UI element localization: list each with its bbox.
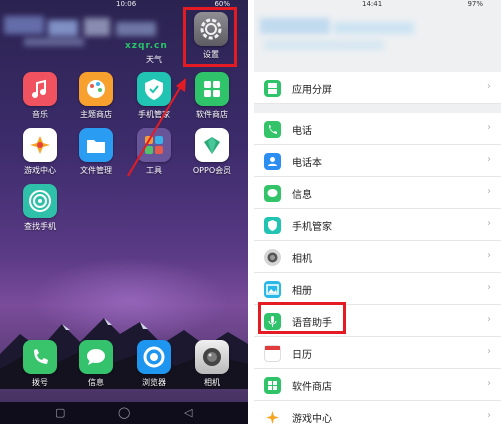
settings-item-label: 电话: [292, 126, 312, 137]
settings-item-label: 相机: [292, 254, 312, 265]
dock-browser[interactable]: 浏览器: [128, 340, 180, 388]
app-label: 浏览器: [142, 378, 166, 387]
settings-item-game-center[interactable]: 游戏中心 ›: [254, 401, 501, 424]
dock-dialer[interactable]: 拨号: [14, 340, 66, 388]
settings-item-label: 应用分屏: [292, 85, 332, 96]
browser-icon: [137, 340, 171, 374]
nav-bar: ▢ ◯ ◁: [0, 402, 248, 424]
dock-messages[interactable]: 信息: [70, 340, 122, 388]
back-button[interactable]: ◁: [184, 406, 192, 419]
settings-item-calendar[interactable]: 日历 ›: [254, 337, 501, 369]
settings-item-label: 信息: [292, 190, 312, 201]
settings-item-label: 电话本: [292, 158, 322, 169]
chevron-right-icon: ›: [487, 410, 491, 421]
dock-camera[interactable]: 相机: [186, 340, 238, 388]
settings-item-phone-manager[interactable]: 手机管家 ›: [254, 209, 501, 241]
chevron-right-icon: ›: [487, 346, 491, 357]
dock: 拨号 信息 浏览器 相机: [0, 340, 248, 402]
settings-item-camera[interactable]: 相机 ›: [254, 241, 501, 273]
message-icon: [264, 185, 281, 202]
split-screen-icon: [264, 80, 281, 97]
settings-item-split-screen[interactable]: 应用分屏 ›: [254, 72, 501, 104]
voice-assistant-highlight-box: [258, 302, 346, 334]
menu-button[interactable]: ▢: [55, 406, 65, 419]
settings-item-messages[interactable]: 信息 ›: [254, 177, 501, 209]
camera-icon: [264, 249, 281, 266]
status-bar: 14:41 97%: [254, 0, 501, 10]
settings-item-label: 相册: [292, 286, 312, 297]
settings-item-gallery[interactable]: 相册 ›: [254, 273, 501, 305]
phone-icon: [264, 121, 281, 138]
status-time: 14:41: [362, 0, 383, 8]
header-blur: [254, 10, 501, 65]
chevron-right-icon: ›: [487, 81, 491, 92]
home-button[interactable]: ◯: [118, 406, 130, 419]
app-label: 相机: [204, 378, 220, 387]
chevron-right-icon: ›: [487, 218, 491, 229]
message-icon: [79, 340, 113, 374]
contacts-icon: [264, 153, 281, 170]
chevron-right-icon: ›: [487, 282, 491, 293]
chevron-right-icon: ›: [487, 122, 491, 133]
chevron-right-icon: ›: [487, 378, 491, 389]
chevron-right-icon: ›: [487, 314, 491, 325]
app-label: 信息: [88, 378, 104, 387]
settings-item-label: 游戏中心: [292, 414, 332, 424]
chevron-right-icon: ›: [487, 250, 491, 261]
settings-item-label: 手机管家: [292, 222, 332, 233]
home-screen: 10:06 60% xzqr.cn 天气 设置 音乐 主题商店 手机管家 软件商…: [0, 0, 248, 424]
calendar-icon: [264, 345, 281, 362]
settings-item-phone[interactable]: 电话 ›: [254, 113, 501, 145]
app-store-icon: [264, 377, 281, 394]
settings-item-contacts[interactable]: 电话本 ›: [254, 145, 501, 177]
settings-item-app-store[interactable]: 软件商店 ›: [254, 369, 501, 401]
battery-level: 97%: [467, 0, 483, 8]
app-label: 拨号: [32, 378, 48, 387]
camera-icon: [195, 340, 229, 374]
settings-item-label: 日历: [292, 350, 312, 361]
chevron-right-icon: ›: [487, 154, 491, 165]
game-center-icon: [264, 409, 281, 424]
gallery-icon: [264, 281, 281, 298]
settings-screen: 14:41 97% 应用分屏 › 电话 › 电话本 › 信息 › 手机管家 › …: [254, 0, 501, 424]
phone-manager-icon: [264, 217, 281, 234]
phone-icon: [23, 340, 57, 374]
chevron-right-icon: ›: [487, 186, 491, 197]
settings-item-label: 软件商店: [292, 382, 332, 393]
